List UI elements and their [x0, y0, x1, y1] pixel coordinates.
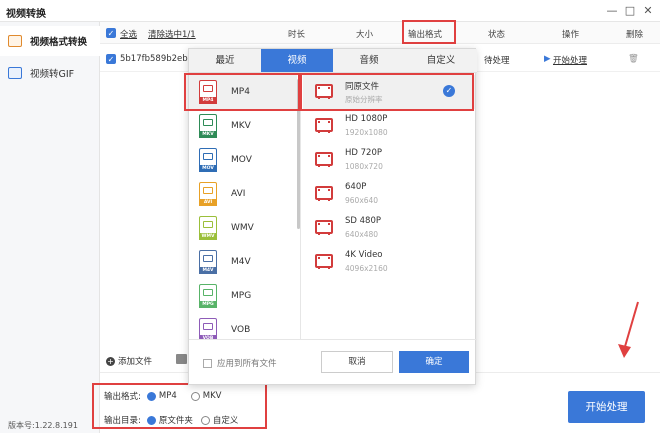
- gif-icon: [8, 67, 22, 79]
- select-all-checkbox[interactable]: ✓: [106, 28, 116, 38]
- start-process-button[interactable]: 开始处理: [568, 391, 645, 423]
- add-file-button[interactable]: + 添加文件: [106, 355, 152, 367]
- add-file-label: 添加文件: [118, 357, 153, 367]
- version-label: 版本号:1.22.8.191: [8, 421, 78, 430]
- title-bar: 视频转换 — □ ✕: [0, 0, 660, 22]
- row-checkbox[interactable]: ✓: [106, 54, 116, 64]
- film-icon: [315, 152, 333, 167]
- output-format-highlight: [402, 20, 456, 44]
- play-icon: ▶: [544, 54, 551, 64]
- format-list: MP4 MP4 MKV MKV MOV MOV AVI AVI WMV WMV M4V M4V MPG M…: [189, 73, 301, 339]
- format-name: MKV: [231, 121, 251, 131]
- resolution-name: HD 720P: [345, 148, 382, 158]
- row-filename: 5b17fb589b2eb3: [120, 54, 194, 64]
- popup-footer: 应用到所有文件 取消 确定: [189, 339, 477, 386]
- format-item-mpg[interactable]: MPG MPG: [189, 279, 297, 313]
- format-tag: MPG: [199, 301, 217, 308]
- format-tag: WMV: [199, 233, 217, 240]
- tab-audio[interactable]: 音频: [333, 49, 405, 72]
- sidebar-item-video-to-gif[interactable]: 视频转GIF: [0, 58, 100, 88]
- resolution-size: 4096x2160: [345, 264, 388, 273]
- film-icon: [315, 254, 333, 269]
- vob-file-icon: VOB: [199, 318, 217, 339]
- resolution-name: 640P: [345, 182, 367, 192]
- column-duration: 时长: [288, 30, 306, 40]
- mov-file-icon: MOV: [199, 148, 217, 172]
- sidebar-item-video-convert[interactable]: 视频格式转换: [0, 26, 100, 56]
- resolution-item[interactable]: 640P 960x640: [303, 177, 475, 211]
- close-button[interactable]: ✕: [640, 3, 656, 19]
- format-item-vob[interactable]: VOB VOB: [189, 313, 297, 339]
- resolution-name: SD 480P: [345, 216, 381, 226]
- resolution-item[interactable]: 4K Video 4096x2160: [303, 245, 475, 279]
- film-icon: [315, 186, 333, 201]
- row-start-link[interactable]: 开始处理: [553, 54, 587, 66]
- row-status: 待处理: [484, 56, 510, 66]
- checkbox-icon: [203, 358, 212, 368]
- resolution-name: 4K Video: [345, 250, 383, 260]
- format-name: VOB: [231, 325, 251, 335]
- column-status: 状态: [488, 30, 506, 40]
- cancel-button[interactable]: 取消: [321, 351, 393, 373]
- column-delete: 删除: [626, 30, 644, 40]
- format-tag: MOV: [199, 165, 217, 172]
- tab-video[interactable]: 视频: [261, 49, 333, 72]
- avi-file-icon: AVI: [199, 182, 217, 206]
- m4v-file-icon: M4V: [199, 250, 217, 274]
- mp4-highlight: [184, 73, 300, 111]
- clear-selected-link[interactable]: 清除选中1/1: [148, 28, 196, 40]
- ok-button[interactable]: 确定: [399, 351, 469, 373]
- format-tag: MKV: [199, 131, 217, 138]
- resolution-item[interactable]: SD 480P 640x480: [303, 211, 475, 245]
- apply-all-checkbox[interactable]: 应用到所有文件: [203, 357, 277, 369]
- resolution-size: 1080x720: [345, 162, 383, 171]
- format-name: MPG: [231, 291, 252, 301]
- format-name: M4V: [231, 257, 251, 267]
- format-item-mov[interactable]: MOV MOV: [189, 143, 297, 177]
- resolution-size: 640x480: [345, 230, 379, 239]
- sidebar-item-label: 视频格式转换: [30, 37, 88, 48]
- mkv-file-icon: MKV: [199, 114, 217, 138]
- select-all-link[interactable]: 全选: [120, 28, 137, 40]
- resolution-size: 1920x1080: [345, 128, 388, 137]
- resolution-highlight: [300, 73, 474, 111]
- resolution-item[interactable]: HD 1080P 1920x1080: [303, 109, 475, 143]
- maximize-button[interactable]: □: [622, 3, 638, 19]
- resolution-name: HD 1080P: [345, 114, 388, 124]
- wmv-file-icon: WMV: [199, 216, 217, 240]
- red-arrow-icon: [618, 301, 639, 358]
- film-icon: [315, 118, 333, 133]
- format-item-mkv[interactable]: MKV MKV: [189, 109, 297, 143]
- format-item-wmv[interactable]: WMV WMV: [189, 211, 297, 245]
- film-icon: [315, 220, 333, 235]
- format-name: MOV: [231, 155, 252, 165]
- tab-recent[interactable]: 最近: [189, 49, 261, 72]
- format-tabs: 最近 视频 音频 自定义: [189, 49, 477, 73]
- format-item-avi[interactable]: AVI AVI: [189, 177, 297, 211]
- format-tag: AVI: [199, 199, 217, 206]
- table-header: ✓ 全选 清除选中1/1 时长 大小 输出格式 状态 操作 删除: [100, 22, 660, 44]
- mpg-file-icon: MPG: [199, 284, 217, 308]
- tab-custom[interactable]: 自定义: [405, 49, 477, 72]
- window-title: 视频转换: [6, 9, 46, 20]
- sidebar-item-label: 视频转GIF: [30, 69, 75, 80]
- format-name: WMV: [231, 223, 254, 233]
- column-size: 大小: [356, 30, 374, 40]
- resolution-item[interactable]: HD 720P 1080x720: [303, 143, 475, 177]
- plus-icon: +: [106, 356, 115, 366]
- apply-all-label: 应用到所有文件: [217, 359, 277, 369]
- format-tag: M4V: [199, 267, 217, 274]
- resolution-list: 同原文件 原始分辨率 ✓ HD 1080P 1920x1080 HD 720P 1080x7…: [303, 73, 475, 339]
- trash-icon[interactable]: 🗑: [628, 54, 639, 64]
- output-options-highlight: [92, 383, 267, 429]
- sidebar: 视频格式转换 视频转GIF: [0, 22, 100, 433]
- format-name: AVI: [231, 189, 246, 199]
- column-action: 操作: [562, 30, 580, 40]
- video-convert-icon: [8, 35, 22, 47]
- format-item-m4v[interactable]: M4V M4V: [189, 245, 297, 279]
- resolution-size: 960x640: [345, 196, 379, 205]
- minimize-button[interactable]: —: [604, 3, 620, 19]
- add-folder-icon[interactable]: [176, 354, 187, 364]
